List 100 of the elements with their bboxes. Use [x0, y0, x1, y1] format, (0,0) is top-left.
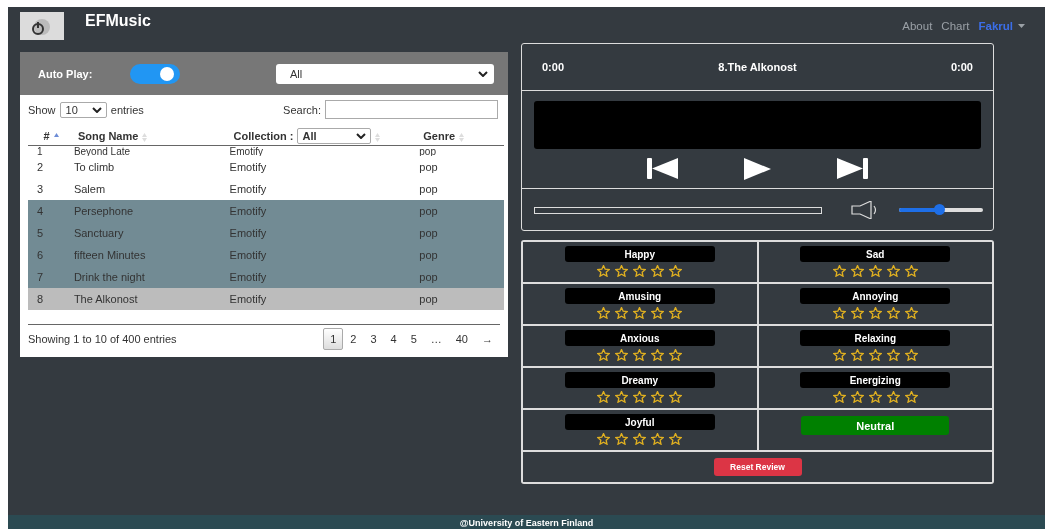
star-icon[interactable] — [868, 307, 882, 319]
star-icon[interactable] — [669, 391, 683, 403]
table-cell: 6 — [37, 249, 44, 261]
table-cell: pop — [419, 293, 438, 305]
table-cell: Emotify — [229, 271, 267, 283]
label: Search: — [283, 103, 321, 116]
page-link[interactable]: → — [475, 328, 500, 350]
star-icon[interactable] — [615, 265, 629, 277]
column-header[interactable]: # — [43, 130, 50, 142]
star-icon[interactable] — [832, 307, 846, 319]
table-cell: pop — [419, 205, 438, 217]
progress-bar[interactable] — [534, 206, 822, 214]
chevron-icon — [91, 106, 102, 113]
page-link[interactable]: 3 — [363, 328, 384, 350]
nav-link[interactable]: About — [902, 20, 933, 32]
time-label: 0:00 — [950, 61, 973, 73]
star-icon[interactable] — [597, 265, 611, 277]
next-icon[interactable] — [837, 158, 868, 179]
star-icon[interactable] — [615, 391, 629, 403]
column-header[interactable]: Collection : — [233, 130, 294, 142]
star-icon[interactable] — [868, 265, 882, 277]
star-icon[interactable] — [651, 433, 665, 445]
neutral-button[interactable]: Neutral — [801, 416, 950, 435]
table-cell: Emotify — [229, 293, 267, 305]
table-cell: Emotify — [229, 183, 267, 195]
star-icon[interactable] — [868, 391, 882, 403]
star-icon[interactable] — [850, 307, 864, 319]
table-cell: 3 — [37, 183, 44, 195]
star-icon[interactable] — [669, 349, 683, 361]
star-icon[interactable] — [904, 391, 918, 403]
page-link[interactable]: 4 — [383, 328, 404, 350]
table-cell: Emotify — [229, 249, 267, 261]
emotion-label: Energizing — [800, 372, 951, 388]
star-icon[interactable] — [669, 433, 683, 445]
star-icon[interactable] — [615, 349, 629, 361]
table-cell: pop — [419, 227, 438, 239]
column-header[interactable]: Song Name — [77, 130, 139, 142]
search-field[interactable] — [325, 100, 498, 119]
table-cell: pop — [419, 271, 438, 283]
table-cell: Emotify — [229, 161, 267, 173]
star-icon[interactable] — [651, 265, 665, 277]
star-icon[interactable] — [633, 433, 647, 445]
collection-select[interactable]: All — [296, 128, 371, 144]
column-header[interactable]: Genre — [423, 130, 456, 142]
star-icon[interactable] — [651, 391, 665, 403]
star-icon[interactable] — [651, 307, 665, 319]
star-icon[interactable] — [832, 349, 846, 361]
star-icon[interactable] — [868, 349, 882, 361]
page-link[interactable]: 1 — [323, 328, 344, 350]
previous-icon[interactable] — [647, 158, 678, 179]
page-link[interactable]: 2 — [343, 328, 364, 350]
star-icon[interactable] — [886, 307, 900, 319]
label: Auto Play: — [38, 67, 93, 80]
star-icon[interactable] — [597, 307, 611, 319]
star-icon[interactable] — [904, 349, 918, 361]
star-icon[interactable] — [597, 349, 611, 361]
star-icon[interactable] — [615, 433, 629, 445]
table-cell: Persephone — [73, 205, 134, 217]
table-cell: Drink the night — [73, 271, 145, 283]
page-link[interactable]: … — [423, 328, 449, 350]
table-cell: 2 — [37, 161, 44, 173]
chevron-icon — [478, 70, 488, 77]
star-icon[interactable] — [669, 265, 683, 277]
star-icon[interactable] — [850, 391, 864, 403]
toggle-switch[interactable] — [130, 63, 181, 84]
play-icon[interactable] — [744, 158, 771, 180]
table-cell: fifteen Minutes — [73, 249, 146, 261]
star-icon[interactable] — [832, 391, 846, 403]
star-icon[interactable] — [633, 349, 647, 361]
star-icon[interactable] — [615, 307, 629, 319]
star-icon[interactable] — [633, 307, 647, 319]
star-icon[interactable] — [651, 349, 665, 361]
star-icon[interactable] — [886, 265, 900, 277]
star-icon[interactable] — [669, 307, 683, 319]
star-icon[interactable] — [633, 391, 647, 403]
reset-button[interactable]: Reset Review — [713, 458, 802, 476]
page-link[interactable]: 40 — [448, 328, 475, 350]
star-icon[interactable] — [597, 433, 611, 445]
star-icon[interactable] — [886, 349, 900, 361]
footer-text: @University of Eastern Finland — [459, 518, 594, 528]
page-link[interactable]: 5 — [403, 328, 424, 350]
star-icon[interactable] — [904, 307, 918, 319]
star-icon[interactable] — [633, 265, 647, 277]
star-icon[interactable] — [850, 349, 864, 361]
emotion-label: Relaxing — [800, 330, 951, 346]
track-title: 8.The Alkonost — [718, 61, 797, 73]
star-icon[interactable] — [904, 265, 918, 277]
star-icon[interactable] — [832, 265, 846, 277]
table-cell: Sanctuary — [73, 227, 124, 239]
chevron-icon — [355, 133, 366, 139]
app-title: EFMusic — [85, 12, 151, 30]
star-icon[interactable] — [850, 265, 864, 277]
emotion-label: Dreamy — [564, 372, 715, 388]
star-icon[interactable] — [597, 391, 611, 403]
nav-link[interactable]: Chart — [941, 20, 970, 32]
label: entries — [110, 103, 144, 116]
entries-select[interactable]: 10 — [59, 101, 107, 118]
playlist-select[interactable]: All — [276, 63, 494, 84]
star-icon[interactable] — [886, 391, 900, 403]
table-info: Showing 1 to 10 of 400 entries — [28, 333, 177, 345]
